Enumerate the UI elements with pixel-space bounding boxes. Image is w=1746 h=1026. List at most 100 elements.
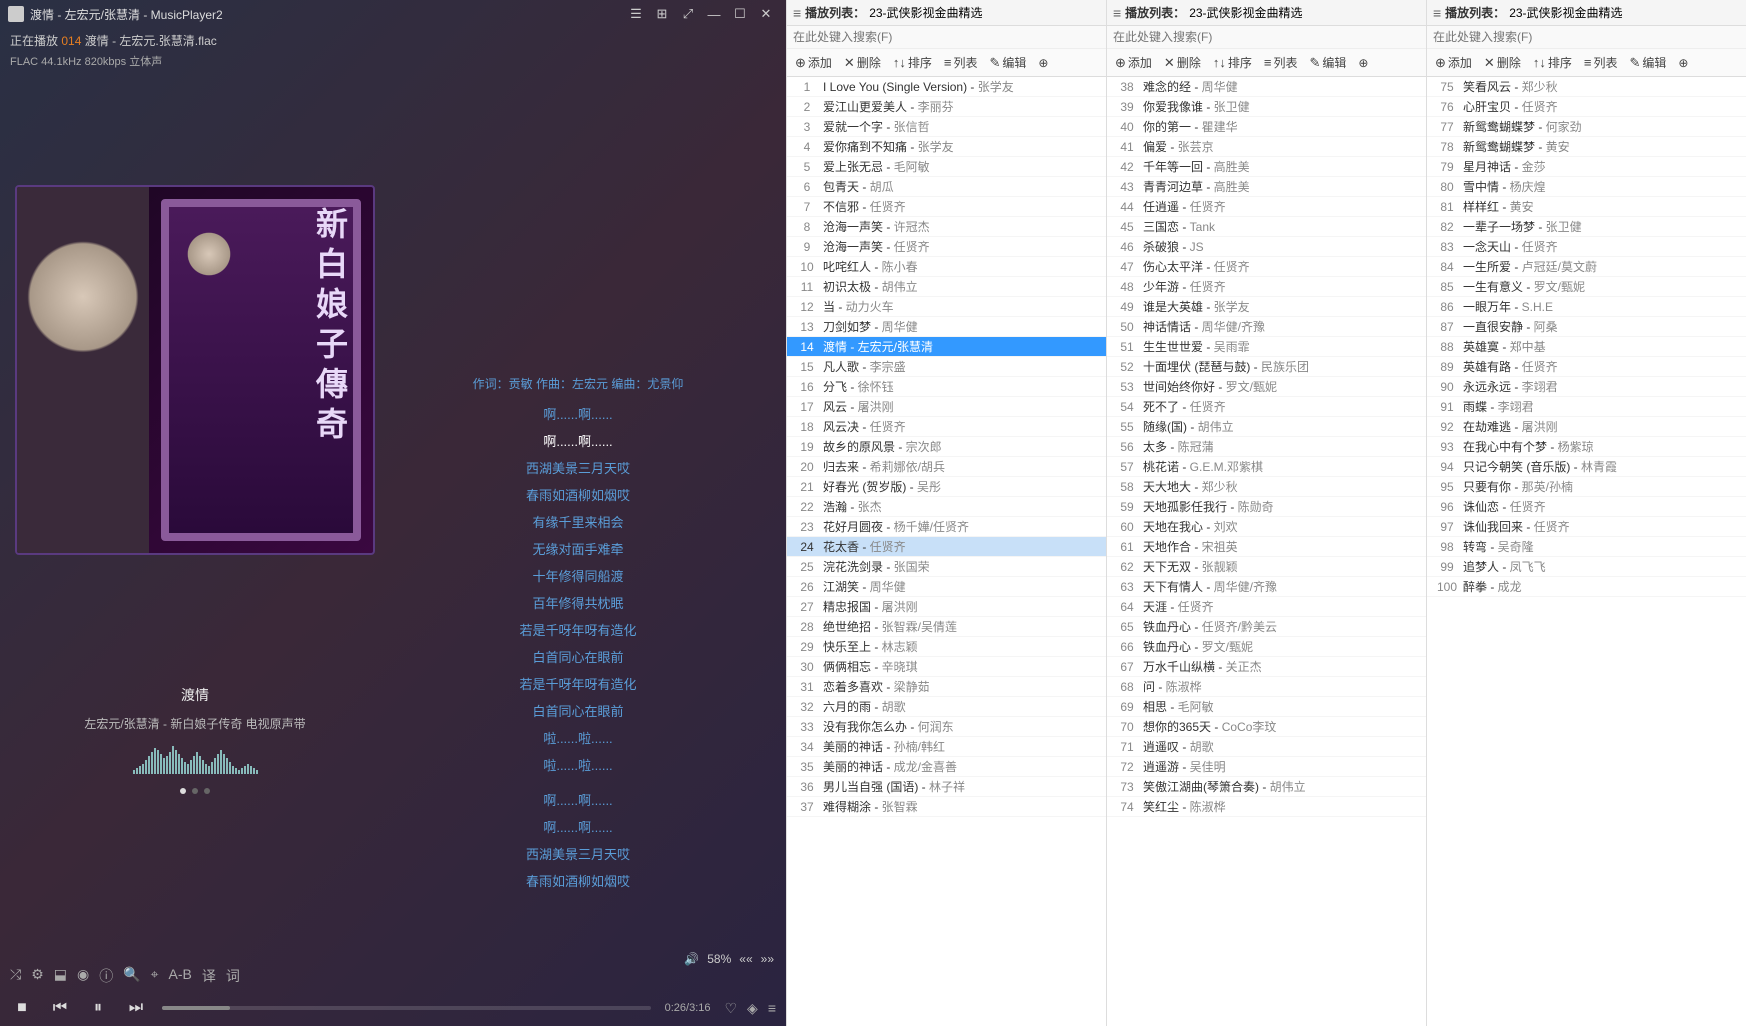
playlist-search-input[interactable] (1427, 26, 1746, 49)
track-row[interactable]: 79星月神话 - 金莎 (1427, 157, 1746, 177)
prev-page-icon[interactable]: «« (739, 952, 752, 966)
settings-icon[interactable]: ⚙ (31, 966, 44, 986)
track-row[interactable]: 63天下有情人 - 周华健/齐豫 (1107, 577, 1426, 597)
track-row[interactable]: 74笑红尘 - 陈淑桦 (1107, 797, 1426, 817)
track-row[interactable]: 82一辈子一场梦 - 张卫健 (1427, 217, 1746, 237)
playlist-icon[interactable]: ≡ (768, 1000, 776, 1017)
track-row[interactable]: 5爱上张无忌 - 毛阿敏 (787, 157, 1106, 177)
track-row[interactable]: 55随缘(国) - 胡伟立 (1107, 417, 1426, 437)
track-row[interactable]: 24花太香 - 任贤齐 (787, 537, 1106, 557)
playlist-search-input[interactable] (787, 26, 1106, 49)
del-button[interactable]: ✕删除 (840, 52, 885, 73)
track-row[interactable]: 49谁是大英雄 - 张学友 (1107, 297, 1426, 317)
lyrics-button[interactable]: 词 (226, 966, 240, 986)
add-button[interactable]: ⊕添加 (791, 52, 836, 73)
track-row[interactable]: 39你爱我像谁 - 张卫健 (1107, 97, 1426, 117)
track-row[interactable]: 17风云 - 屠洪刚 (787, 397, 1106, 417)
play-pause-button[interactable]: ⏸ (86, 996, 110, 1020)
track-row[interactable]: 66铁血丹心 - 罗文/甄妮 (1107, 637, 1426, 657)
equalizer-icon[interactable]: ⬓ (54, 966, 67, 986)
locate-icon[interactable]: ⌖ (151, 966, 159, 986)
track-row[interactable]: 86一眼万年 - S.H.E (1427, 297, 1746, 317)
track-row[interactable]: 60天地在我心 - 刘欢 (1107, 517, 1426, 537)
favorite-icon[interactable]: ♡ (724, 1000, 737, 1017)
track-row[interactable]: 36男儿当自强 (国语) - 林子祥 (787, 777, 1106, 797)
track-row[interactable]: 94只记今朝笑 (音乐版) - 林青霞 (1427, 457, 1746, 477)
close-icon[interactable]: ✕ (754, 4, 778, 24)
sort-button[interactable]: ↑↓排序 (1209, 52, 1256, 73)
track-row[interactable]: 27精忠报国 - 屠洪刚 (787, 597, 1106, 617)
pin-icon[interactable]: ☰ (624, 4, 648, 24)
playlist-menu-icon[interactable]: ≡ (1433, 5, 1441, 21)
track-row[interactable]: 22浩瀚 - 张杰 (787, 497, 1106, 517)
track-row[interactable]: 13刀剑如梦 - 周华健 (787, 317, 1106, 337)
track-row[interactable]: 15凡人歌 - 李宗盛 (787, 357, 1106, 377)
search-icon[interactable]: 🔍 (123, 966, 140, 986)
track-row[interactable]: 54死不了 - 任贤齐 (1107, 397, 1426, 417)
track-row[interactable]: 37难得糊涂 - 张智霖 (787, 797, 1106, 817)
track-row[interactable]: 46杀破狼 - JS (1107, 237, 1426, 257)
track-row[interactable]: 76心肝宝贝 - 任贤齐 (1427, 97, 1746, 117)
track-row[interactable]: 47伤心太平洋 - 任贤齐 (1107, 257, 1426, 277)
track-row[interactable]: 31恋着多喜欢 - 梁静茹 (787, 677, 1106, 697)
track-row[interactable]: 1I Love You (Single Version) - 张学友 (787, 77, 1106, 97)
next-page-icon[interactable]: »» (761, 952, 774, 966)
media-lib-icon[interactable]: ◈ (747, 1000, 758, 1017)
add-button[interactable]: ⊕添加 (1111, 52, 1156, 73)
minimize-icon[interactable]: — (702, 4, 726, 24)
track-row[interactable]: 18风云决 - 任贤齐 (787, 417, 1106, 437)
prev-button[interactable]: ⏮ (48, 996, 72, 1020)
track-row[interactable]: 35美丽的神话 - 成龙/金喜善 (787, 757, 1106, 777)
playlist-menu-icon[interactable]: ≡ (1113, 5, 1121, 21)
track-row[interactable]: 61天地作合 - 宋祖英 (1107, 537, 1426, 557)
track-row[interactable]: 64天涯 - 任贤齐 (1107, 597, 1426, 617)
page-dots[interactable] (180, 788, 210, 794)
track-row[interactable]: 10叱咤红人 - 陈小春 (787, 257, 1106, 277)
track-row[interactable]: 57桃花诺 - G.E.M.邓紫棋 (1107, 457, 1426, 477)
track-row[interactable]: 91雨蝶 - 李翊君 (1427, 397, 1746, 417)
track-row[interactable]: 88英雄寞 - 郑中基 (1427, 337, 1746, 357)
track-row[interactable]: 90永远永远 - 李翊君 (1427, 377, 1746, 397)
track-row[interactable]: 28绝世绝招 - 张智霖/吴倩莲 (787, 617, 1106, 637)
track-row[interactable]: 100醉拳 - 成龙 (1427, 577, 1746, 597)
list-button[interactable]: ≡列表 (1260, 52, 1302, 73)
stop-button[interactable]: ■ (10, 996, 34, 1020)
playlist-search-input[interactable] (1107, 26, 1426, 49)
track-row[interactable]: 70想你的365天 - CoCo李玟 (1107, 717, 1426, 737)
track-row[interactable]: 73笑傲江湖曲(琴箫合奏) - 胡伟立 (1107, 777, 1426, 797)
track-row[interactable]: 12当 - 动力火车 (787, 297, 1106, 317)
edit-button[interactable]: ✎编辑 (1305, 52, 1350, 73)
track-row[interactable]: 33没有我你怎么办 - 何润东 (787, 717, 1106, 737)
track-row[interactable]: 75笑看风云 - 郑少秋 (1427, 77, 1746, 97)
track-row[interactable]: 11初识太极 - 胡伟立 (787, 277, 1106, 297)
list-button[interactable]: ≡列表 (1580, 52, 1622, 73)
add-button[interactable]: ⊕添加 (1431, 52, 1476, 73)
track-row[interactable]: 95只要有你 - 那英/孙楠 (1427, 477, 1746, 497)
track-row[interactable]: 89英雄有路 - 任贤齐 (1427, 357, 1746, 377)
sort-button[interactable]: ↑↓排序 (1529, 52, 1576, 73)
track-row[interactable]: 29快乐至上 - 林志颖 (787, 637, 1106, 657)
track-row[interactable]: 16分飞 - 徐怀钰 (787, 377, 1106, 397)
track-row[interactable]: 53世间始终你好 - 罗文/甄妮 (1107, 377, 1426, 397)
track-row[interactable]: 85一生有意义 - 罗文/甄妮 (1427, 277, 1746, 297)
playlist-menu-icon[interactable]: ≡ (793, 5, 801, 21)
next-button[interactable]: ⏭ (124, 996, 148, 1020)
track-row[interactable]: 56太多 - 陈冠蒲 (1107, 437, 1426, 457)
track-row[interactable]: 43青青河边草 - 高胜美 (1107, 177, 1426, 197)
track-row[interactable]: 77新鸳鸯蝴蝶梦 - 何家劲 (1427, 117, 1746, 137)
fullscreen-icon[interactable]: ⤢ (676, 4, 700, 24)
track-row[interactable]: 3爱就一个字 - 张信哲 (787, 117, 1106, 137)
del-button[interactable]: ✕删除 (1480, 52, 1525, 73)
track-row[interactable]: 58天大地大 - 郑少秋 (1107, 477, 1426, 497)
edit-button[interactable]: ✎编辑 (985, 52, 1030, 73)
track-row[interactable]: 32六月的雨 - 胡歌 (787, 697, 1106, 717)
track-row[interactable]: 23花好月圆夜 - 杨千嬅/任贤齐 (787, 517, 1106, 537)
track-row[interactable]: 96诛仙恋 - 任贤齐 (1427, 497, 1746, 517)
track-row[interactable]: 65铁血丹心 - 任贤齐/黔美云 (1107, 617, 1426, 637)
add-panel-button[interactable]: ⊕ (1034, 54, 1052, 72)
track-row[interactable]: 20归去来 - 希莉娜依/胡兵 (787, 457, 1106, 477)
track-row[interactable]: 67万水千山纵横 - 关正杰 (1107, 657, 1426, 677)
track-row[interactable]: 98转弯 - 吴奇隆 (1427, 537, 1746, 557)
ab-repeat[interactable]: A-B (169, 966, 192, 986)
track-row[interactable]: 25浣花洗剑录 - 张国荣 (787, 557, 1106, 577)
